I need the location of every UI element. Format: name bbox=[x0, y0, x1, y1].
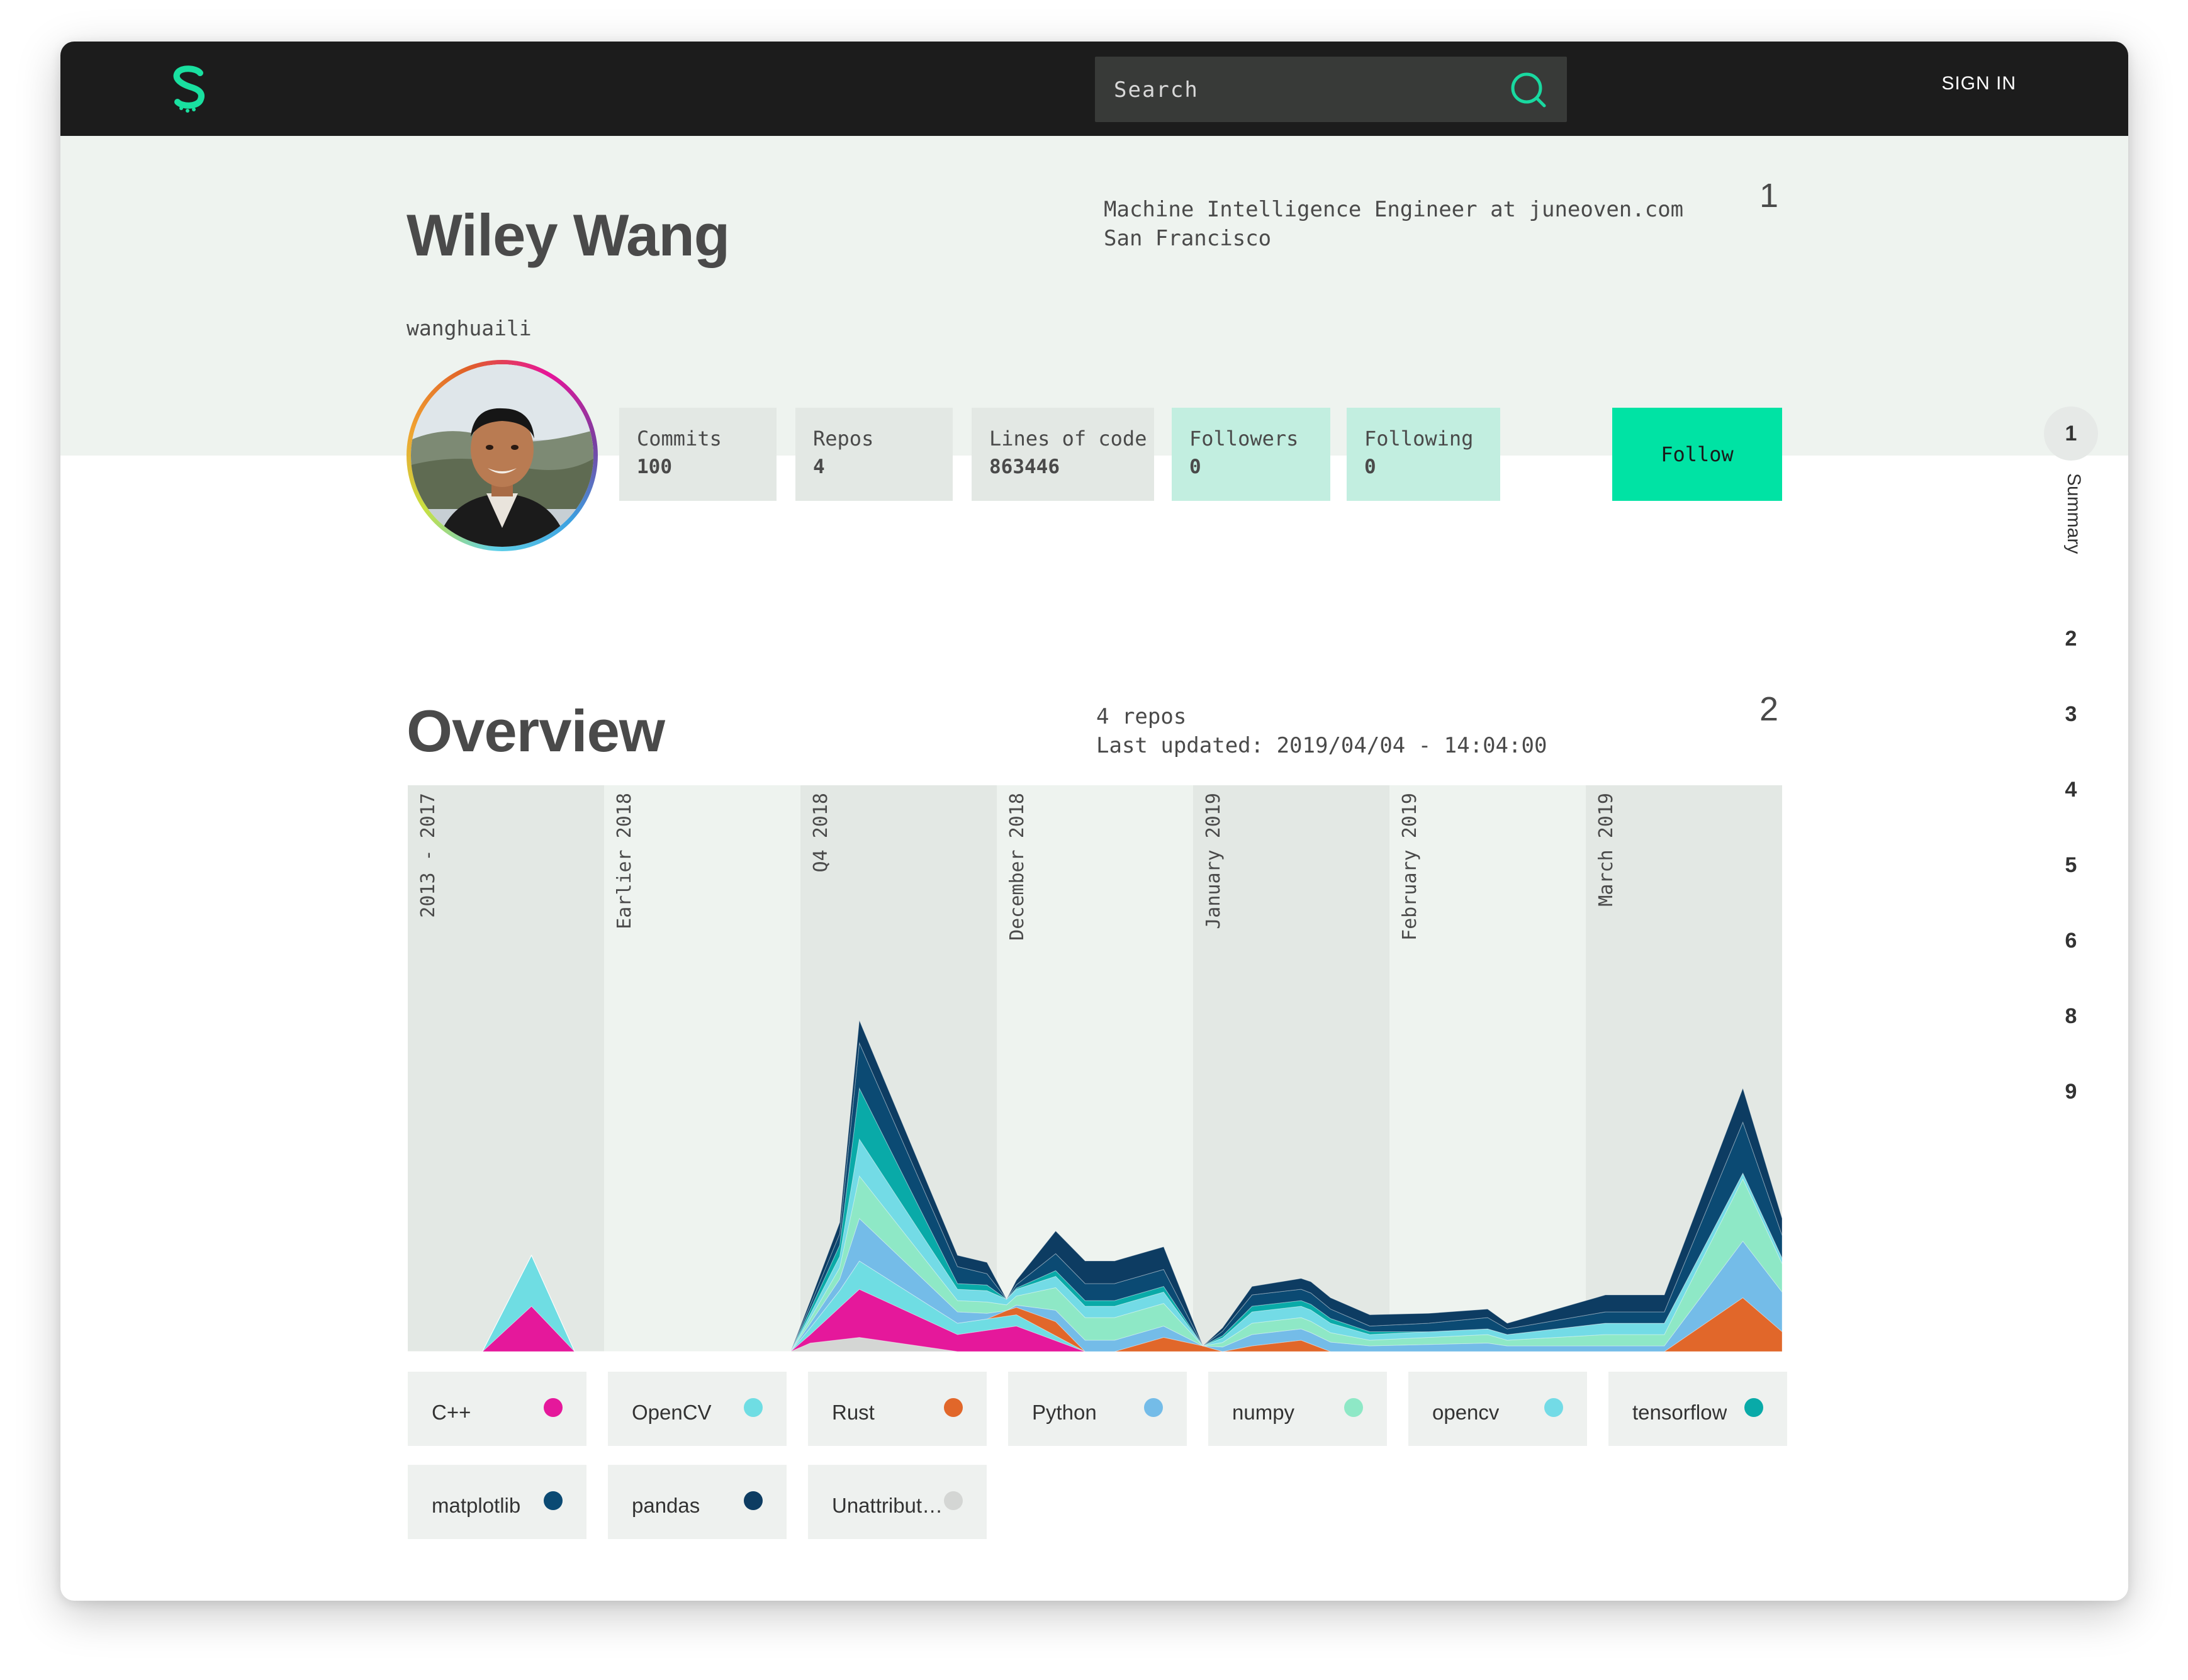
legend-color-dot bbox=[1144, 1398, 1163, 1417]
bio-title: Machine Intelligence Engineer at juneove… bbox=[1104, 197, 1684, 222]
stat-value: 4 bbox=[813, 456, 825, 478]
stat-label: Followers bbox=[1189, 427, 1299, 451]
stat-value: 0 bbox=[1189, 456, 1201, 478]
avatar bbox=[407, 360, 598, 551]
legend-color-dot bbox=[1344, 1398, 1363, 1417]
legend-label: tensorflow bbox=[1632, 1401, 1727, 1424]
stat-label: Commits bbox=[637, 427, 722, 451]
stat-lines-of-code: Lines of code 863446 bbox=[972, 408, 1154, 501]
sidenav-item-3[interactable]: 3 bbox=[2043, 702, 2099, 727]
overview-title: Overview bbox=[407, 698, 665, 764]
stat-label: Repos bbox=[813, 427, 874, 451]
last-updated: Last updated: 2019/04/04 - 14:04:00 bbox=[1096, 733, 1547, 758]
legend-label: matplotlib bbox=[432, 1494, 521, 1517]
period-label: March 2019 bbox=[1595, 793, 1617, 907]
search-bar bbox=[1095, 57, 1567, 123]
stat-repos: Repos 4 bbox=[795, 408, 953, 501]
legend-item[interactable]: matplotlib bbox=[408, 1465, 586, 1539]
sidenav-active-label: Summary bbox=[2063, 473, 2084, 554]
legend-item[interactable]: opencv bbox=[1408, 1372, 1587, 1446]
period-label: Earlier 2018 bbox=[614, 793, 636, 929]
legend-color-dot bbox=[744, 1491, 763, 1510]
legend-item[interactable]: Rust bbox=[808, 1372, 987, 1446]
legend-color-dot bbox=[544, 1398, 563, 1417]
legend-item[interactable]: numpy bbox=[1208, 1372, 1387, 1446]
stat-commits: Commits 100 bbox=[619, 408, 777, 501]
legend-item[interactable]: Python bbox=[1008, 1372, 1187, 1446]
period-label: February 2019 bbox=[1399, 793, 1421, 941]
search-icon[interactable] bbox=[1508, 69, 1548, 109]
period-label: Q4 2018 bbox=[810, 793, 832, 872]
legend-label: OpenCV bbox=[632, 1401, 712, 1424]
profile-username: wanghuaili bbox=[407, 316, 532, 340]
profile-bio: Machine Intelligence Engineer at juneove… bbox=[1104, 195, 1683, 253]
legend-item[interactable]: C++ bbox=[408, 1372, 586, 1446]
legend-color-dot bbox=[1744, 1398, 1763, 1417]
stat-followers[interactable]: Followers 0 bbox=[1172, 408, 1330, 501]
app-window: SIGN IN Wiley Wang wanghuaili Machine In… bbox=[60, 42, 2128, 1601]
legend-label: C++ bbox=[432, 1401, 471, 1424]
legend-item[interactable]: Unattribut… bbox=[808, 1465, 987, 1539]
legend-item[interactable]: OpenCV bbox=[608, 1372, 787, 1446]
repo-count: 4 repos bbox=[1096, 704, 1187, 729]
legend-label: opencv bbox=[1432, 1401, 1500, 1424]
stat-label: Following bbox=[1364, 427, 1474, 451]
language-timeline-chart: 2013 - 2017 Earlier 2018 Q4 2018 December 2… bbox=[408, 785, 1782, 1352]
stat-following[interactable]: Following 0 bbox=[1347, 408, 1500, 501]
period-label: December 2018 bbox=[1006, 793, 1028, 941]
legend-item[interactable]: tensorflow bbox=[1608, 1372, 1787, 1446]
legend-color-dot bbox=[944, 1491, 963, 1510]
legend-color-dot bbox=[544, 1491, 563, 1510]
stat-value: 0 bbox=[1364, 456, 1376, 478]
top-navigation-bar: SIGN IN bbox=[60, 42, 2128, 136]
sidenav-item-4[interactable]: 4 bbox=[2043, 778, 2099, 802]
legend-label: Unattribut… bbox=[832, 1494, 943, 1517]
overview-meta: 4 repos Last updated: 2019/04/04 - 14:04… bbox=[1096, 702, 1547, 760]
legend-label: numpy bbox=[1232, 1401, 1295, 1424]
legend-color-dot bbox=[744, 1398, 763, 1417]
legend-item[interactable]: pandas bbox=[608, 1465, 787, 1539]
period-label: 2013 - 2017 bbox=[417, 793, 439, 918]
section-number-2: 2 bbox=[1759, 690, 1779, 728]
sidenav-item-9[interactable]: 9 bbox=[2043, 1080, 2099, 1104]
period-label: January 2019 bbox=[1203, 793, 1225, 929]
sidenav-item-2[interactable]: 2 bbox=[2043, 627, 2099, 651]
stat-label: Lines of code bbox=[989, 427, 1147, 451]
legend-color-dot bbox=[944, 1398, 963, 1417]
legend-label: Rust bbox=[832, 1401, 875, 1424]
bio-location: San Francisco bbox=[1104, 226, 1272, 251]
legend-label: Python bbox=[1032, 1401, 1097, 1424]
stat-value: 100 bbox=[637, 456, 672, 478]
legend-color-dot bbox=[1544, 1398, 1563, 1417]
legend-label: pandas bbox=[632, 1494, 700, 1517]
follow-button[interactable]: Follow bbox=[1612, 408, 1782, 501]
sign-in-link[interactable]: SIGN IN bbox=[1941, 73, 2016, 94]
stat-value: 863446 bbox=[989, 456, 1060, 478]
sidenav-item-5[interactable]: 5 bbox=[2043, 853, 2099, 878]
profile-name: Wiley Wang bbox=[407, 202, 730, 268]
sidenav-item-1[interactable]: 1 bbox=[2043, 422, 2099, 446]
avatar-photo bbox=[411, 364, 593, 547]
section-number-1: 1 bbox=[1759, 177, 1779, 215]
search-input[interactable] bbox=[1113, 57, 1493, 123]
logo-icon[interactable] bbox=[167, 64, 211, 115]
sidenav-item-6[interactable]: 6 bbox=[2043, 929, 2099, 953]
sidenav-item-8[interactable]: 8 bbox=[2043, 1004, 2099, 1029]
